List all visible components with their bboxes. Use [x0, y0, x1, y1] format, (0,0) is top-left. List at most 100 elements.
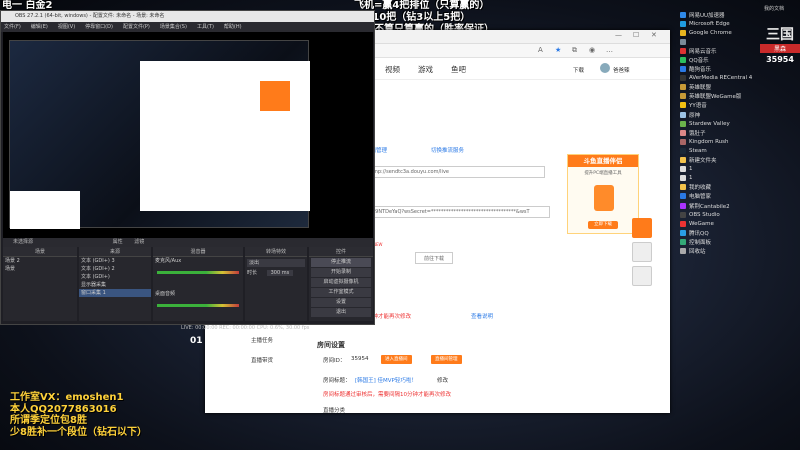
app-icon — [680, 120, 686, 127]
collections-icon[interactable]: ⧉ — [572, 46, 577, 55]
duration-field[interactable]: 300 ms — [266, 270, 294, 276]
desktop-icon[interactable]: Stardew Valley — [680, 119, 760, 128]
enter-room-button[interactable]: 进入直播间 — [381, 355, 412, 364]
room-settings-title: 房间设置 — [317, 341, 345, 349]
modify-link[interactable]: 修改 — [437, 376, 448, 384]
desktop-icon[interactable]: OBS Studio — [680, 210, 760, 219]
overlay-line: 所谓季定位包8胜 — [10, 415, 87, 426]
source-item[interactable]: 显示器采集 — [79, 281, 151, 289]
stream-key-field[interactable]: 5y9NTDeYaQ?wsSecret=********************… — [365, 206, 550, 218]
obs-menu-bar: 文件(F) 编辑(E) 视图(V) 停靠窗口(D) 配置文件(P) 场景集合(S) 工具(T… — [1, 22, 374, 32]
obs-menu-item[interactable]: 帮助(H) — [224, 24, 242, 30]
obs-menu-item[interactable]: 停靠窗口(D) — [85, 24, 113, 30]
desktop-icon[interactable]: 1 — [680, 174, 760, 183]
desktop-icon[interactable]: 新建文件夹 — [680, 156, 760, 165]
desktop-icon[interactable]: YY语音 — [680, 101, 760, 110]
obs-menu-item[interactable]: 文件(F) — [4, 24, 21, 30]
transition-select[interactable]: 淡出 — [247, 259, 305, 267]
close-icon[interactable]: ✕ — [651, 31, 657, 39]
nav-video[interactable]: 视频 — [385, 64, 400, 75]
desktop-icon[interactable]: 回收站 — [680, 246, 760, 255]
properties-button[interactable]: 属性 — [113, 239, 123, 245]
desktop-icon[interactable]: 腾讯QQ — [680, 228, 760, 237]
username[interactable]: 爸爸辣 — [613, 66, 630, 74]
stop-streaming-button[interactable]: 停止推流 — [311, 258, 371, 267]
source-item[interactable]: 窗口采集 1 — [79, 289, 151, 297]
studio-mode-button[interactable]: 工作室模式 — [311, 288, 371, 297]
app-icon — [680, 175, 686, 182]
desktop-icon[interactable]: 电脑管家 — [680, 192, 760, 201]
desktop-icon[interactable]: 原神 — [680, 110, 760, 119]
dock-transition: 淡出 时长 300 ms — [245, 257, 307, 321]
desktop-icon[interactable]: 英雄联盟WeGame版 — [680, 92, 760, 101]
app-icon — [680, 147, 686, 154]
companion-ad[interactable]: 斗鱼直播伴侣 提升PC端直播工具 立即下载 — [567, 154, 639, 234]
desktop-icon[interactable]: 1 — [680, 165, 760, 174]
filters-button[interactable]: 滤镜 — [134, 239, 144, 245]
desktop-icon[interactable]: QQ音乐 — [680, 55, 760, 64]
tool-icon[interactable] — [632, 266, 652, 286]
remote-download-button[interactable]: 前往下载 — [415, 252, 453, 264]
ad-title: 斗鱼直播伴侣 — [568, 155, 638, 167]
desktop-icon[interactable]: Google Chrome — [680, 28, 760, 37]
desktop-icon[interactable]: Kingdom Rush — [680, 137, 760, 146]
avatar[interactable] — [600, 63, 610, 73]
desktop-icon[interactable]: 英雄联盟 — [680, 83, 760, 92]
desktop-icon[interactable]: 我的收藏 — [680, 183, 760, 192]
nav-game[interactable]: 游戏 — [418, 64, 433, 75]
ad-download-button[interactable]: 立即下载 — [588, 221, 618, 229]
source-item[interactable]: 文本 (GDI+) 2 — [79, 265, 151, 273]
maximize-icon[interactable]: ☐ — [633, 31, 639, 39]
desktop-icon[interactable]: 紫荆Cantabile2 — [680, 201, 760, 210]
settings-button[interactable]: 设置 — [311, 298, 371, 307]
desktop-icon[interactable]: Microsoft Edge — [680, 19, 760, 28]
obs-menu-item[interactable]: 场景集合(S) — [160, 24, 187, 30]
desktop-icon[interactable]: 网易云音乐 — [680, 46, 760, 55]
app-icon — [680, 93, 686, 100]
desktop-my-documents[interactable]: 我的文档 — [764, 5, 784, 12]
desktop-icon[interactable]: 饿肚子 — [680, 128, 760, 137]
app-icon — [680, 38, 686, 45]
desktop-icon-label: 1 — [689, 166, 693, 173]
desktop-icon[interactable]: WeGame — [680, 219, 760, 228]
scene-item[interactable]: 场景 2 — [3, 257, 77, 265]
desktop-icon[interactable]: 控制面板 — [680, 237, 760, 246]
overlay-bottom-left: 工作室VX：emoshen1 本人QQ2077863016 所谓季定位包8胜 少… — [10, 392, 147, 438]
home-icon[interactable] — [632, 242, 652, 262]
obs-source-bar: 未选择源 属性 滤镜 — [3, 238, 373, 247]
read-aloud-icon[interactable]: A — [538, 46, 543, 54]
sidebar-item-host-task[interactable]: 主播任务 — [251, 336, 273, 344]
desktop-icon[interactable]: AVerMedia RECentral 4 — [680, 74, 760, 83]
virtual-camera-button[interactable]: 启动虚拟摄像机 — [311, 278, 371, 287]
desktop-icon[interactable]: Steam — [680, 146, 760, 155]
favorite-star-icon[interactable]: ★ — [555, 46, 561, 54]
desktop-icon-label: 腾讯QQ — [689, 230, 709, 237]
tab-switch-server[interactable]: 切换推流服务 — [431, 146, 464, 154]
view-link[interactable]: 查看说明 — [471, 312, 493, 320]
rtmp-url-field[interactable]: rtmp://sendtc3a.douyu.com/live — [365, 166, 545, 178]
obs-menu-item[interactable]: 视图(V) — [58, 24, 75, 30]
desktop-icon[interactable]: 酷狗音乐 — [680, 65, 760, 74]
desktop-icon[interactable]: 网易UU加速器 — [680, 10, 760, 19]
start-recording-button[interactable]: 开始录制 — [311, 268, 371, 277]
app-icon — [680, 29, 686, 36]
sidebar-item-commerce[interactable]: 直播带货 — [251, 356, 273, 364]
profile-icon[interactable]: ◉ — [589, 46, 595, 54]
source-item[interactable]: 文本 (GDI+) 3 — [79, 257, 151, 265]
desktop-icon[interactable] — [680, 37, 760, 46]
obs-menu-item[interactable]: 编辑(E) — [31, 24, 48, 30]
app-icon — [680, 247, 686, 254]
download-link[interactable]: 下载 — [573, 66, 584, 74]
exit-button[interactable]: 退出 — [311, 308, 371, 317]
minimize-icon[interactable]: — — [615, 31, 622, 39]
obs-menu-item[interactable]: 配置文件(P) — [123, 24, 150, 30]
menu-icon[interactable]: … — [606, 46, 613, 54]
room-manage-button[interactable]: 直播间管理 — [431, 355, 462, 364]
nav-fishbar[interactable]: 鱼吧 — [451, 64, 466, 75]
scene-item[interactable]: 场景 — [3, 265, 77, 273]
source-item[interactable]: 文本 (GDI+) — [79, 273, 151, 281]
live-side-icon[interactable] — [632, 218, 652, 238]
obs-menu-item[interactable]: 工具(T) — [197, 24, 214, 30]
desktop-icon-label: 新建文件夹 — [689, 158, 717, 165]
app-icon — [680, 211, 686, 218]
